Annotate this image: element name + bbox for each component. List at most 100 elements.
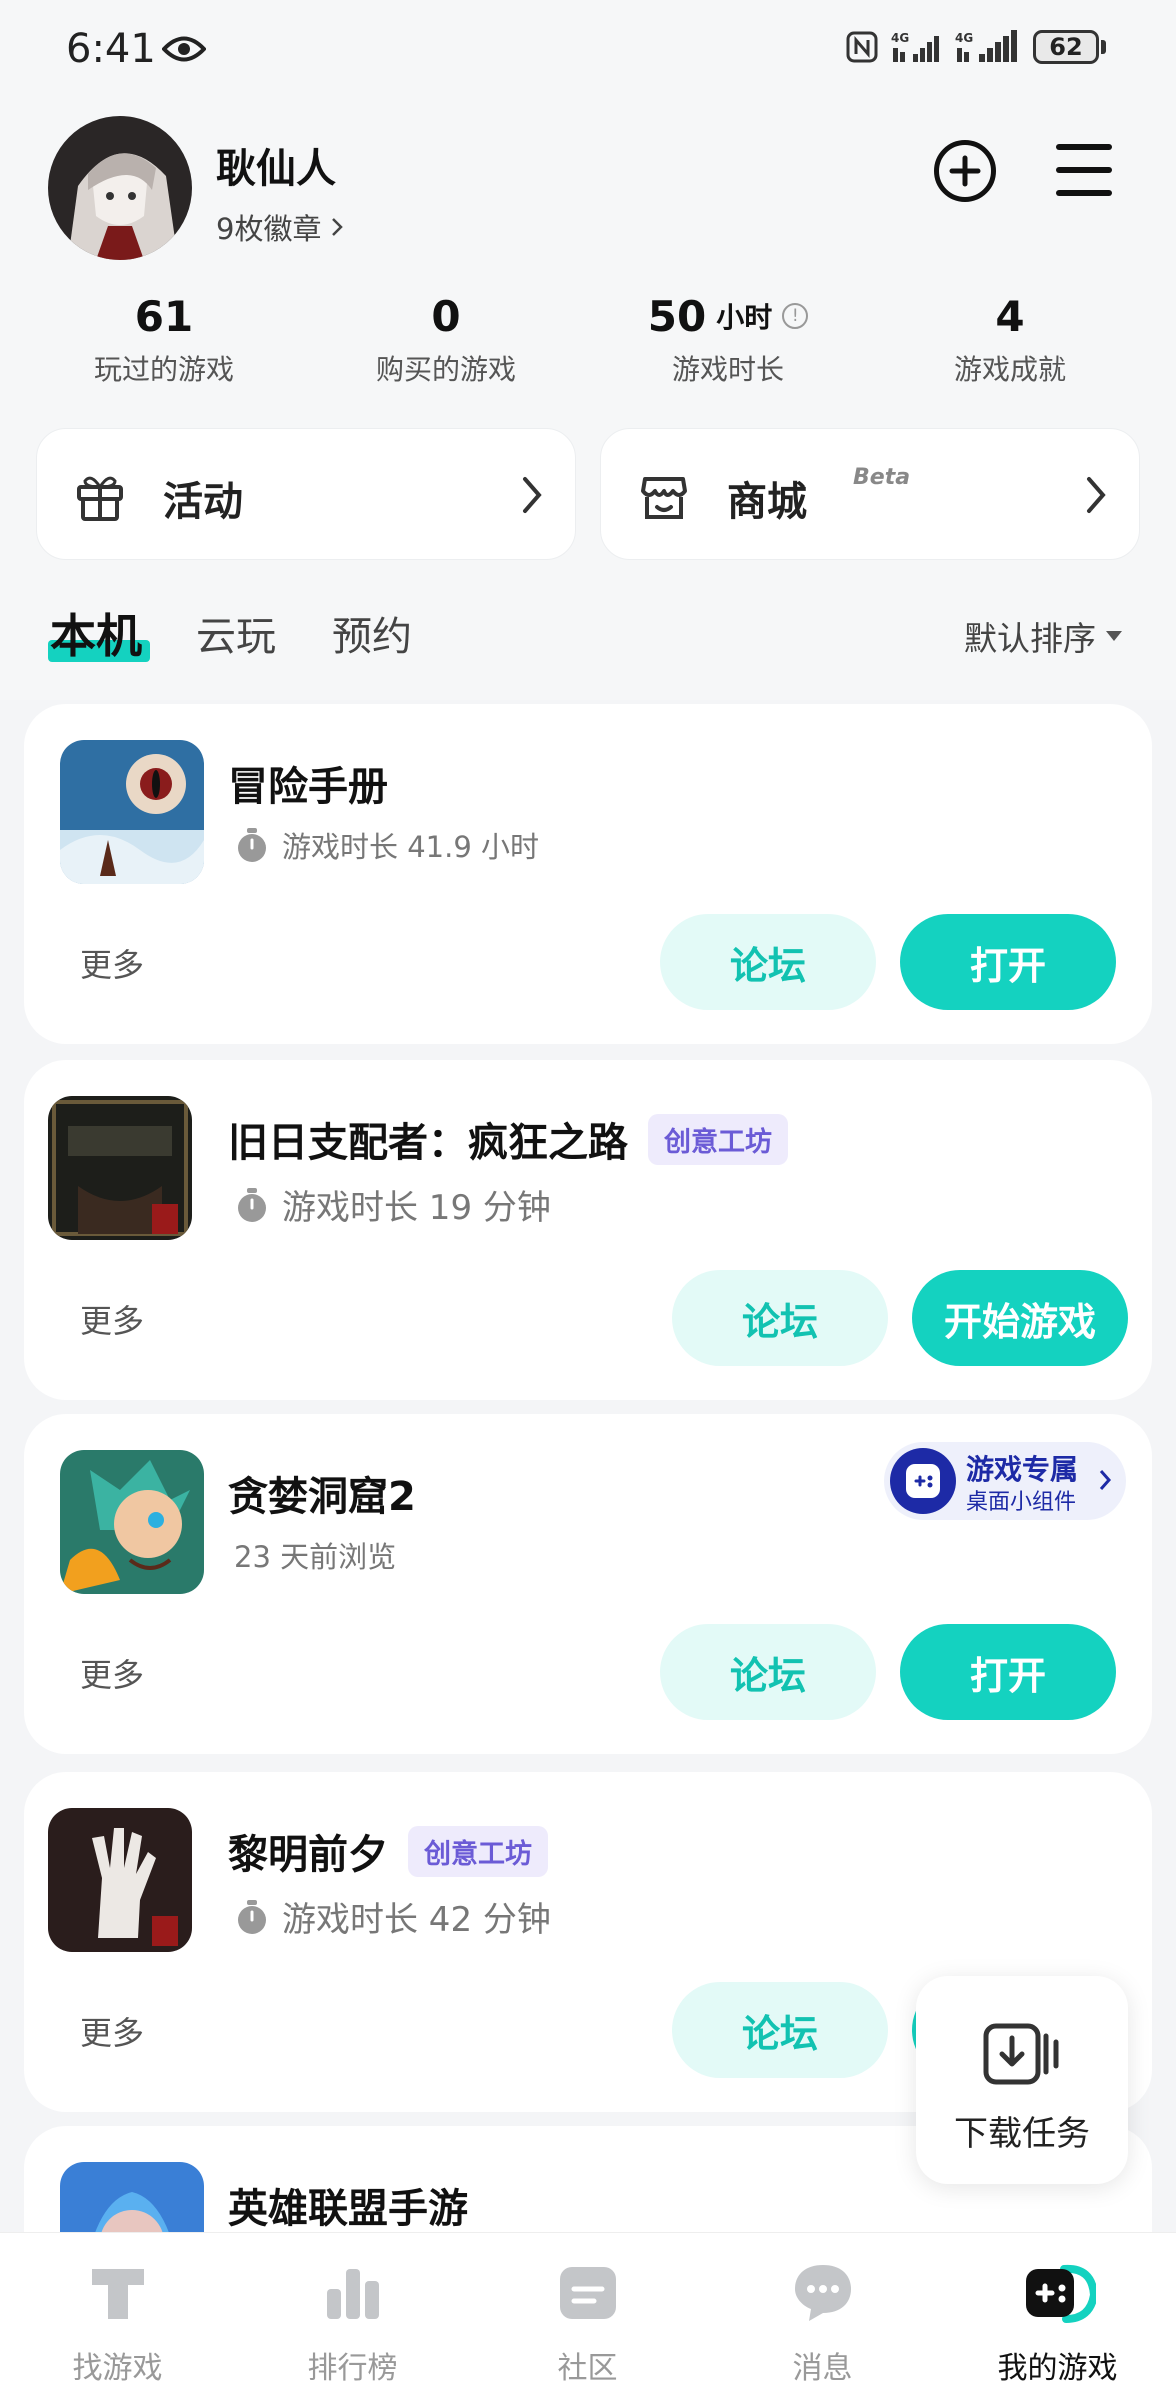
game-subtitle: 游戏时长 19 分钟 [282,1188,551,1228]
workshop-tag: 创意工坊 [648,1113,788,1165]
stat-play-time[interactable]: 50 小时 ! 游戏时长 [588,288,868,388]
info-icon[interactable]: ! [782,303,809,329]
status-bar: 6:41 4G 4G 62 [0,0,1176,100]
forum-button[interactable]: 论坛 [660,914,876,1010]
stat-value: 4 [995,291,1025,341]
chevron-right-icon [1099,1470,1112,1490]
stat-value: 61 [134,291,194,341]
stat-unit: 小时 [716,301,773,334]
stat-label: 游戏成就 [953,353,1066,386]
stat-achievements[interactable]: 4 游戏成就 [870,288,1150,388]
nav-ranking[interactable]: 排行榜 [235,2233,470,2400]
stat-played-games[interactable]: 61 玩过的游戏 [24,288,304,388]
start-game-button[interactable]: 开始游戏 [912,1270,1128,1366]
timer-icon [238,828,266,862]
stat-value: 50 [647,291,707,341]
caret-down-icon [1106,631,1122,641]
forum-button[interactable]: 论坛 [672,1270,888,1366]
chevron-right-icon [332,218,344,236]
add-button[interactable] [934,140,996,202]
avatar[interactable] [48,116,192,260]
signal-icon-1: 4G [891,31,939,62]
store-card[interactable]: 商城 Beta [600,428,1140,560]
activity-label: 活动 [163,479,243,525]
sort-label: 默认排序 [964,619,1096,658]
game-title: 黎明前夕 [228,1832,388,1878]
my-games-icon [1026,2264,1096,2323]
game-card[interactable]: 贪婪洞窟2 23 天前浏览 游戏专属 桌面小组件 更多 论坛 打开 [24,1414,1152,1754]
stat-label: 玩过的游戏 [93,353,234,386]
forum-button[interactable]: 论坛 [660,1624,876,1720]
game-title: 旧日支配者：疯狂之路 [228,1120,628,1166]
nav-find-game[interactable]: 找游戏 [0,2233,235,2400]
download-tasks-label: 下载任务 [954,2114,1090,2154]
bottom-nav: 找游戏 排行榜 社区 消息 我的游戏 [0,2232,1176,2400]
game-icon[interactable] [48,1808,192,1952]
nfc-icon [846,31,878,63]
more-button[interactable]: 更多 [80,2008,144,2054]
more-button[interactable]: 更多 [80,940,144,986]
timer-icon [238,1187,266,1222]
find-game-icon [92,2269,144,2319]
game-title: 贪婪洞窟2 [228,1474,416,1520]
message-icon [795,2265,851,2321]
username[interactable]: 耿仙人 [216,136,336,194]
nav-community[interactable]: 社区 [470,2233,705,2400]
signal-icon-2: 4G [955,30,1017,62]
game-title: 英雄联盟手游 [228,2186,468,2232]
tab-reservation[interactable]: 预约 [332,604,412,662]
nav-label: 排行榜 [307,2351,398,2386]
network-label-1: 4G [891,31,909,45]
sort-dropdown[interactable]: 默认排序 [964,612,1122,660]
stat-label: 游戏时长 [671,353,784,386]
game-card[interactable]: 旧日支配者：疯狂之路 创意工坊 游戏时长 19 分钟 更多 论坛 开始游戏 [24,1060,1152,1400]
open-button[interactable]: 打开 [900,914,1116,1010]
game-title: 冒险手册 [228,764,388,810]
activity-card[interactable]: 活动 [36,428,576,560]
workshop-tag: 创意工坊 [408,1825,548,1877]
stat-purchased-games[interactable]: 0 购买的游戏 [306,288,586,388]
more-button[interactable]: 更多 [80,1650,144,1696]
promo-subtitle: 桌面小组件 [966,1490,1077,1515]
gift-icon [77,476,123,521]
game-subtitle: 游戏时长 41.9 小时 [282,830,540,864]
more-button[interactable]: 更多 [80,1296,144,1342]
badges-link[interactable]: 9枚徽章 [216,206,344,248]
battery-level: 62 [1033,30,1099,64]
store-label: 商城 [727,479,807,525]
nav-label: 消息 [792,2351,853,2386]
download-tasks-button[interactable]: 下载任务 [916,1976,1128,2184]
badges-label: 9枚徽章 [216,212,322,246]
chevron-right-icon [1087,477,1106,513]
nav-message[interactable]: 消息 [705,2233,940,2400]
tab-local[interactable]: 本机 [50,600,142,666]
game-subtitle: 23 天前浏览 [234,1540,397,1574]
open-button[interactable]: 打开 [900,1624,1116,1720]
community-icon [560,2267,616,2319]
game-icon[interactable] [60,1450,204,1594]
stats-row: 61 玩过的游戏 0 购买的游戏 50 小时 ! 游戏时长 4 游戏成就 [0,288,1176,388]
status-indicators: 4G 4G 62 [845,30,1106,64]
game-icon[interactable] [60,740,204,884]
game-subtitle: 游戏时长 42 分钟 [282,1900,551,1940]
stat-label: 购买的游戏 [375,353,516,386]
status-time: 6:41 [66,26,156,72]
chevron-right-icon [523,477,542,513]
timer-icon [238,1899,266,1934]
tab-cloud[interactable]: 云玩 [196,604,276,662]
plus-icon [949,155,981,187]
eye-icon [162,36,206,62]
game-icon[interactable] [48,1096,192,1240]
network-label-2: 4G [955,31,973,45]
nav-my-games[interactable]: 我的游戏 [940,2233,1175,2400]
desktop-widget-promo[interactable]: 游戏专属 桌面小组件 [884,1442,1126,1520]
nav-label: 社区 [557,2351,618,2386]
gamepad-icon [890,1448,956,1514]
menu-button[interactable] [1056,144,1112,196]
beta-badge: Beta [853,465,911,490]
nav-label: 找游戏 [72,2351,163,2386]
forum-button[interactable]: 论坛 [672,1982,888,2078]
promo-title: 游戏专属 [966,1453,1079,1486]
game-card[interactable]: 冒险手册 游戏时长 41.9 小时 更多 论坛 打开 [24,704,1152,1044]
store-icon [641,477,687,519]
